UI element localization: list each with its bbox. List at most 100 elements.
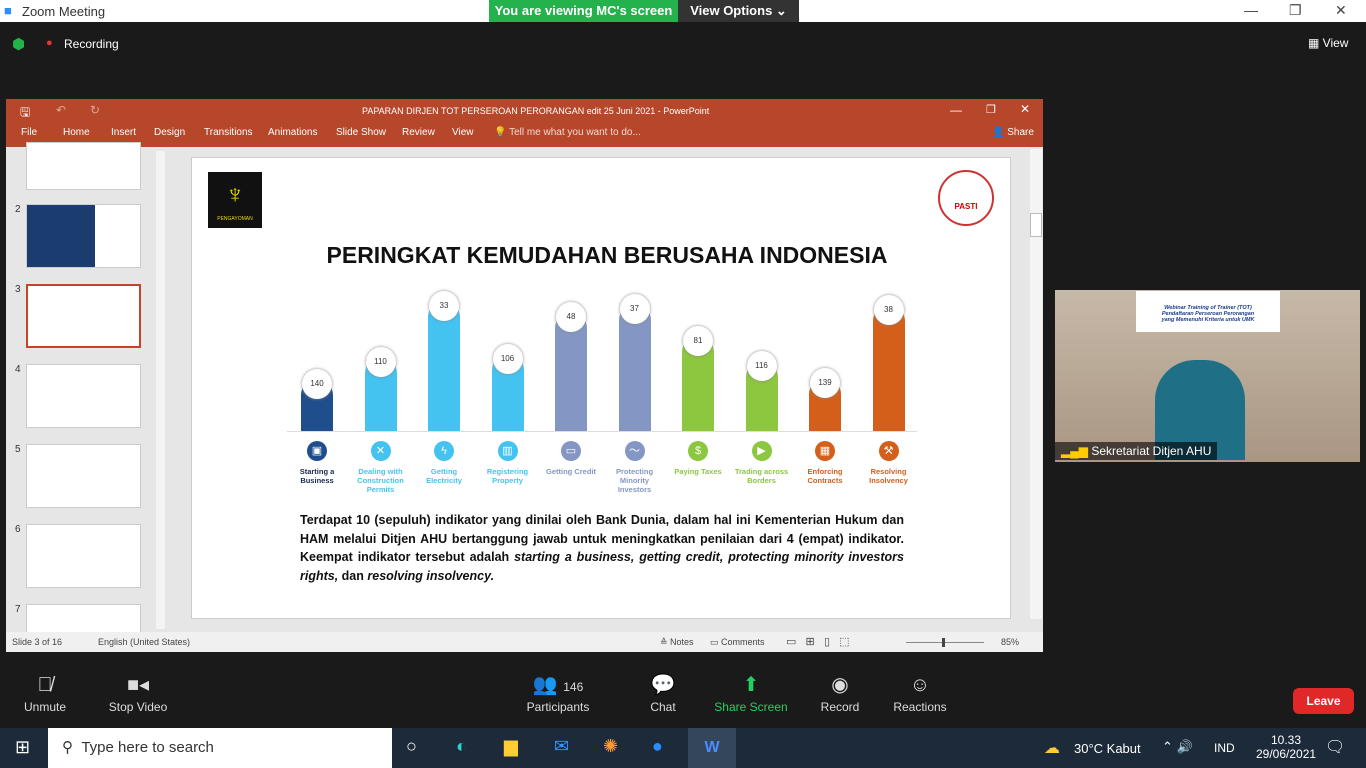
tell-me-input[interactable]: 💡 Tell me what you want to do... xyxy=(494,127,641,138)
slide-thumbnails-pane: 2 3 4 5 6 7 xyxy=(6,142,171,634)
slide-number: 4 xyxy=(15,364,21,375)
signal-icon: ▂▄▆ xyxy=(1061,444,1088,458)
reactions-button[interactable]: ☺ Reactions xyxy=(875,670,965,714)
para-text: dan xyxy=(338,568,368,583)
tab-insert[interactable]: Insert xyxy=(111,127,136,138)
save-icon[interactable]: 🖫 xyxy=(20,103,30,124)
tab-review[interactable]: Review xyxy=(402,127,435,138)
view-button[interactable]: ▦ View xyxy=(1308,36,1348,50)
share-screen-button[interactable]: ⬆ Share Screen xyxy=(706,670,796,714)
restore-icon[interactable]: ❐ xyxy=(986,103,996,116)
tab-view[interactable]: View xyxy=(452,127,474,138)
tray-icons[interactable]: ⌃ 🔊 xyxy=(1162,739,1193,755)
file-explorer-icon[interactable]: ▆ xyxy=(504,736,518,757)
chat-button[interactable]: 💬 Chat xyxy=(618,670,708,714)
task-view-icon[interactable]: ○ xyxy=(406,736,417,757)
participants-button[interactable]: 👥 146 Participants xyxy=(513,670,603,714)
gavel-icon: ⚒ xyxy=(878,441,899,461)
stop-video-button[interactable]: ■◂ Stop Video xyxy=(93,670,183,714)
redo-icon[interactable]: ↻ xyxy=(90,103,100,117)
slide-thumbnail-5[interactable] xyxy=(26,444,141,508)
data-label: 37 xyxy=(619,293,650,324)
record-icon: ◉ xyxy=(831,674,849,696)
slide-title: PERINGKAT KEMUDAHAN BERUSAHA INDONESIA xyxy=(326,242,888,268)
slide-thumbnail-4[interactable] xyxy=(26,364,141,428)
minimize-icon[interactable]: — xyxy=(950,103,962,117)
record-button[interactable]: ◉ Record xyxy=(795,670,885,714)
close-icon[interactable]: ✕ xyxy=(1020,102,1030,116)
tab-file[interactable]: File xyxy=(21,127,37,138)
chrome-icon[interactable]: ✺ xyxy=(603,736,618,757)
minimize-icon[interactable]: — xyxy=(1244,2,1258,18)
clock[interactable]: 10.33 29/06/2021 xyxy=(1256,733,1316,761)
window-title: Zoom Meeting xyxy=(22,4,106,19)
data-label: 116 xyxy=(746,351,777,382)
slide-thumbnail-1[interactable] xyxy=(26,142,141,190)
status-bar: Slide 3 of 16 English (United States) ≙ … xyxy=(6,632,1043,652)
para-italic: resolving insolvency. xyxy=(367,568,495,583)
reactions-label: Reactions xyxy=(893,700,947,714)
zoom-level[interactable]: 85% xyxy=(1001,637,1019,647)
participant-name-tag: ▂▄▆ Sekretariat Ditjen AHU xyxy=(1055,442,1218,460)
muted-mic-icon: 🎙̸ xyxy=(37,674,53,696)
reactions-icon: ☺ xyxy=(909,674,931,696)
category-label: Getting Credit xyxy=(546,467,596,476)
notes-button[interactable]: ≙ Notes xyxy=(660,637,694,648)
slide-thumbnail-2[interactable] xyxy=(26,204,141,268)
notifications-icon[interactable]: 🗨 xyxy=(1325,737,1345,757)
chat-label: Chat xyxy=(650,700,676,714)
slide-thumbnail-7[interactable] xyxy=(26,604,141,634)
zoom-app-icon[interactable]: ● xyxy=(652,736,663,757)
zoom-logo-icon: ■ xyxy=(4,3,12,18)
category-label: Enforcing Contracts xyxy=(807,467,843,485)
tab-home[interactable]: Home xyxy=(63,127,90,138)
slide-thumbnail-6[interactable] xyxy=(26,524,141,588)
close-icon[interactable]: ✕ xyxy=(1335,2,1347,19)
category-label: Starting a Business xyxy=(299,467,335,485)
slide-number: 5 xyxy=(15,444,21,455)
bar-chart: 140 ▣ Starting a Business 110 ✕ Dealing with … xyxy=(287,283,927,503)
tab-transitions[interactable]: Transitions xyxy=(204,127,253,138)
taskbar-search[interactable]: ⚲ Type here to search xyxy=(48,728,392,768)
recording-indicator[interactable]: Recording xyxy=(64,37,119,51)
pasti-logo: PASTI xyxy=(938,170,994,226)
thumbnail-scrollbar[interactable] xyxy=(156,151,165,629)
data-label: 106 xyxy=(492,344,523,375)
participant-video[interactable]: Webinar Training of Trainer (TOT) Pendaft… xyxy=(1055,290,1360,462)
language-status[interactable]: English (United States) xyxy=(98,637,190,647)
leave-button[interactable]: Leave xyxy=(1293,688,1354,714)
tab-animations[interactable]: Animations xyxy=(268,127,317,138)
notes-label: Notes xyxy=(670,637,694,647)
unmute-button[interactable]: 🎙̸ Unmute xyxy=(0,670,90,714)
tab-design[interactable]: Design xyxy=(154,127,185,138)
shield-icon: ⬢ xyxy=(12,36,26,53)
record-label: Record xyxy=(820,700,860,714)
tell-me-placeholder: Tell me what you want to do... xyxy=(509,127,641,138)
search-placeholder: Type here to search xyxy=(81,739,214,756)
truck-icon: ▶ xyxy=(751,441,772,461)
pasti-text: PASTI xyxy=(954,202,978,211)
logo-text: PENGAYOMAN xyxy=(217,216,253,222)
comments-button[interactable]: ▭ Comments xyxy=(710,637,765,648)
slide-scrollbar[interactable] xyxy=(1030,149,1042,619)
edge-icon[interactable]: ◐ xyxy=(456,736,467,757)
restore-icon[interactable]: ❐ xyxy=(1289,2,1302,19)
word-icon[interactable]: W xyxy=(688,728,736,768)
card-icon: ▭ xyxy=(561,441,581,461)
data-label: 33 xyxy=(429,290,459,321)
view-options-button[interactable]: View Options ⌄ xyxy=(678,0,799,22)
windows-start-icon[interactable]: ⊞ xyxy=(15,737,30,758)
view-mode-icons[interactable]: ▭ ⊞ ▯ ⬚ xyxy=(786,635,850,648)
participant-name: Sekretariat Ditjen AHU xyxy=(1091,444,1212,458)
input-language[interactable]: IND xyxy=(1214,741,1235,755)
slide-thumbnail-3[interactable] xyxy=(26,284,141,348)
share-button[interactable]: 👤 Share xyxy=(992,127,1034,138)
share-label: Share xyxy=(1007,127,1034,138)
weather-text[interactable]: 30°C Kabut xyxy=(1074,741,1141,756)
stop-video-label: Stop Video xyxy=(108,700,168,714)
tab-slide-show[interactable]: Slide Show xyxy=(336,127,386,138)
mail-icon[interactable]: ✉ xyxy=(554,736,569,757)
undo-icon[interactable]: ↶ xyxy=(56,103,66,117)
unmute-label: Unmute xyxy=(23,700,67,714)
zoom-slider[interactable] xyxy=(906,638,984,647)
